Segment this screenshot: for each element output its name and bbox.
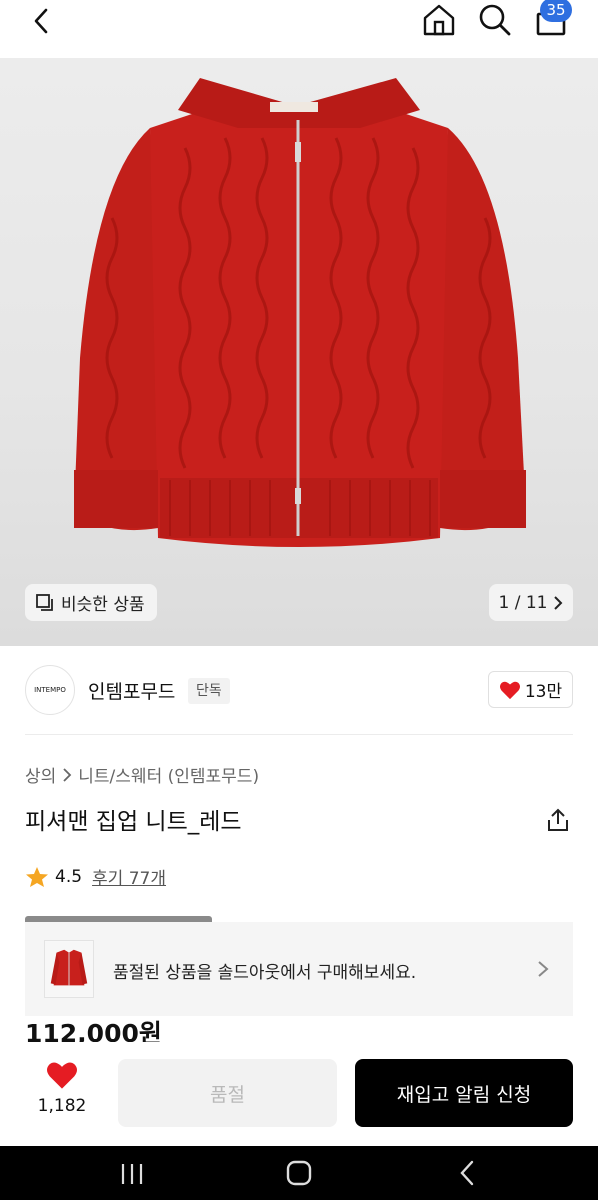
rating-score: 4.5 [55,866,83,887]
top-app-bar: 35 [0,0,598,58]
back-nav-icon[interactable] [448,1158,488,1188]
brand-name[interactable]: 인템포무드 [88,677,175,704]
product-rating: 4.5 후기 77개 [25,864,166,889]
image-pager[interactable]: 1 / 11 [489,584,573,621]
product-price: 112,000원 [25,1019,162,1042]
brand-logo[interactable]: INTEMPO [25,665,75,715]
favorite-count: 1,182 [37,1096,87,1116]
stacked-squares-icon [36,593,53,611]
product-image-gallery[interactable] [0,58,598,646]
back-chevron-icon[interactable] [22,2,62,42]
chevron-right-icon [554,595,563,610]
recent-apps-icon[interactable] [112,1158,152,1188]
home-nav-icon[interactable] [279,1158,319,1188]
chevron-right-icon [538,961,549,977]
search-icon[interactable] [474,0,516,42]
soldout-button: 품절 [118,1059,337,1127]
breadcrumb-category[interactable]: 상의 [25,762,56,787]
system-nav-bar [0,1146,598,1200]
brand-like-button[interactable]: 13만 [488,671,573,708]
heart-icon [499,681,520,699]
page-indicator: 1 / 11 [498,592,548,613]
soldout-marketplace-banner[interactable]: 품절된 상품을 솔드아웃에서 구매해보세요. [25,922,573,1016]
review-count-link[interactable]: 후기 77개 [92,864,166,889]
favorite-button[interactable]: 1,182 [30,1060,94,1116]
product-photo-sweater [74,78,526,547]
restock-alert-button[interactable]: 재입고 알림 신청 [355,1059,573,1127]
chevron-right-icon [63,767,72,782]
product-title: 피셔맨 집업 니트_레드 [25,809,242,835]
breadcrumb-subcategory[interactable]: 니트/스웨터 (인템포무드) [78,762,259,787]
share-icon[interactable] [544,806,572,834]
product-thumbnail [44,940,94,998]
divider [25,734,573,735]
star-icon [26,866,48,887]
similar-products-label: 비슷한 상품 [61,595,145,615]
home-icon[interactable] [418,0,460,42]
similar-products-button[interactable]: 비슷한 상품 [25,584,157,621]
brand-like-count: 13만 [524,682,563,702]
banner-message: 품절된 상품을 솔드아웃에서 구매해보세요. [113,963,417,983]
brand-logo-text: INTEMPO [34,686,66,694]
heart-icon [47,1062,77,1089]
exclusive-badge: 단독 [188,678,230,704]
breadcrumb: 상의 니트/스웨터 (인템포무드) [25,762,259,787]
cart-count-badge: 35 [540,0,572,22]
